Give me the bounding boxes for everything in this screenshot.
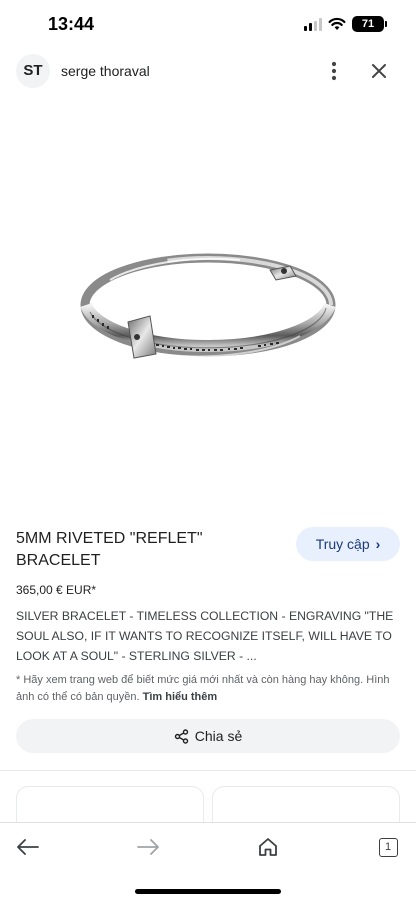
home-icon[interactable] <box>248 831 288 863</box>
product-image[interactable] <box>0 140 416 510</box>
status-icons: 71 <box>304 16 387 32</box>
disclaimer: * Hãy xem trang web để biết mức giá mới … <box>16 672 400 706</box>
learn-more-link[interactable]: Tìm hiểu thêm <box>143 691 218 703</box>
site-avatar[interactable]: ST <box>16 54 50 88</box>
site-name[interactable]: serge thoraval <box>61 63 150 79</box>
tabs-icon[interactable]: 1 <box>368 831 408 863</box>
product-description: SILVER BRACELET - TIMELESS COLLECTION - … <box>16 609 394 663</box>
forward-arrow-icon[interactable] <box>128 831 168 863</box>
browser-toolbar: 1 <box>0 822 416 900</box>
battery-icon: 71 <box>352 16 387 32</box>
section-divider <box>0 770 416 771</box>
product-title: 5MM RIVETED "REFLET" BRACELET <box>16 530 203 569</box>
share-button[interactable]: Chia sẻ <box>16 719 400 753</box>
tab-count: 1 <box>378 837 398 857</box>
status-bar: 13:44 71 <box>0 0 416 48</box>
visit-button-label: Truy cập <box>315 536 370 552</box>
wifi-icon <box>328 17 346 30</box>
chevron-right-icon: › <box>375 536 381 552</box>
visit-button[interactable]: Truy cập › <box>296 527 400 561</box>
share-icon <box>174 728 188 744</box>
site-header: ST serge thoraval <box>0 52 416 92</box>
share-label: Chia sẻ <box>194 728 243 744</box>
more-vertical-icon[interactable] <box>322 58 346 84</box>
back-arrow-icon[interactable] <box>8 831 48 863</box>
close-icon[interactable] <box>366 58 392 84</box>
product-price: 365,00 € EUR* <box>16 583 97 597</box>
home-indicator[interactable] <box>135 889 281 894</box>
signal-icon <box>304 17 322 31</box>
status-time: 13:44 <box>48 14 95 34</box>
